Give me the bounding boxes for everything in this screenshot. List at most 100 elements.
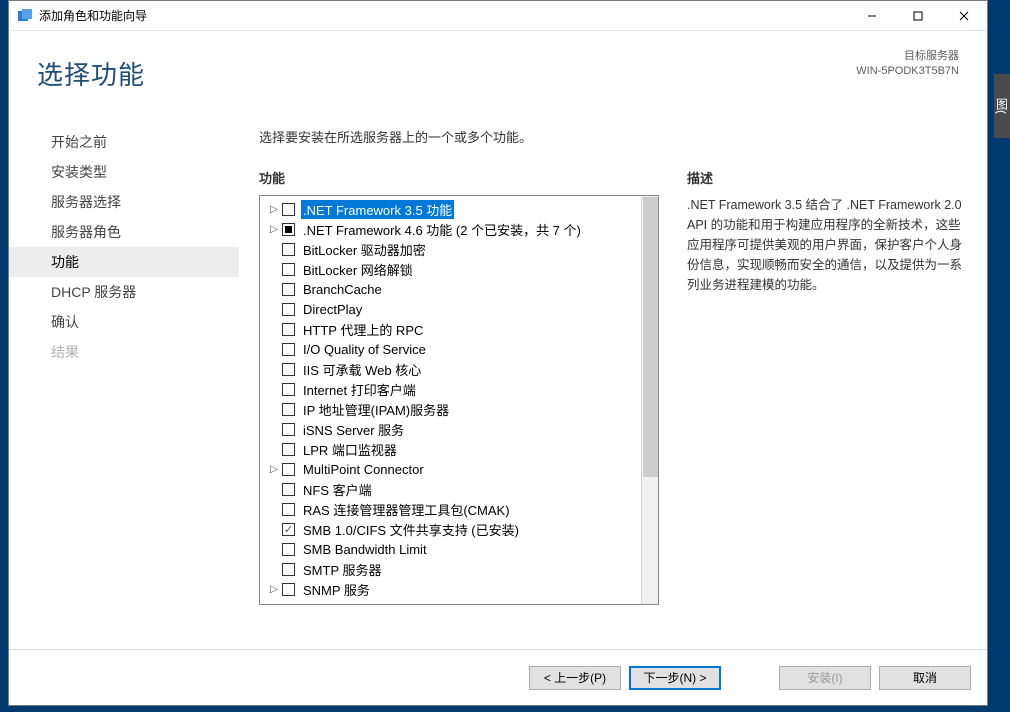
feature-label[interactable]: RAS 连接管理器管理工具包(CMAK) (301, 500, 512, 519)
feature-item[interactable]: ▷BitLocker 网络解锁 (262, 259, 639, 279)
expander-icon[interactable]: ▷ (268, 203, 280, 215)
next-button[interactable]: 下一步(N) > (629, 666, 721, 690)
feature-item[interactable]: ▷SMB Bandwidth Limit (262, 539, 639, 559)
background-panel-tab: 图( (994, 74, 1010, 138)
cancel-button[interactable]: 取消 (879, 666, 971, 690)
close-button[interactable] (941, 1, 987, 31)
feature-item[interactable]: ▷Internet 打印客户端 (262, 379, 639, 399)
feature-item[interactable]: ▷I/O Quality of Service (262, 339, 639, 359)
feature-label[interactable]: I/O Quality of Service (301, 342, 428, 357)
feature-checkbox[interactable] (282, 503, 295, 516)
feature-checkbox[interactable] (282, 263, 295, 276)
feature-item[interactable]: ▷BitLocker 驱动器加密 (262, 239, 639, 259)
feature-label[interactable]: BranchCache (301, 282, 384, 297)
feature-item[interactable]: ▷SMB 1.0/CIFS 文件共享支持 (已安装) (262, 519, 639, 539)
feature-item[interactable]: ▷SMTP 服务器 (262, 559, 639, 579)
instruction-text: 选择要安装在所选服务器上的一个或多个功能。 (259, 127, 967, 146)
scrollbar[interactable] (641, 196, 658, 604)
feature-checkbox[interactable] (282, 463, 295, 476)
titlebar: 添加角色和功能向导 (9, 1, 987, 31)
feature-label[interactable]: SMB Bandwidth Limit (301, 542, 429, 557)
sidebar-step-0[interactable]: 开始之前 (9, 127, 239, 157)
feature-checkbox[interactable] (282, 343, 295, 356)
feature-item[interactable]: ▷ SNMP 服务 (262, 579, 639, 599)
page-title: 选择功能 (37, 55, 145, 92)
feature-checkbox[interactable] (282, 543, 295, 556)
feature-checkbox[interactable] (282, 283, 295, 296)
feature-checkbox[interactable] (282, 583, 295, 596)
feature-label[interactable]: Internet 打印客户端 (301, 380, 418, 399)
feature-label[interactable]: SNMP 服务 (301, 580, 372, 599)
feature-item[interactable]: ▷RAS 连接管理器管理工具包(CMAK) (262, 499, 639, 519)
features-tree-list[interactable]: ▷ .NET Framework 3.5 功能 ▷ .NET Framework 4.… (260, 196, 641, 604)
previous-button[interactable]: < 上一步(P) (529, 666, 621, 690)
feature-checkbox[interactable] (282, 403, 295, 416)
feature-label[interactable]: HTTP 代理上的 RPC (301, 320, 425, 339)
feature-checkbox[interactable] (282, 363, 295, 376)
maximize-button[interactable] (895, 1, 941, 31)
features-label: 功能 (259, 168, 659, 187)
feature-item[interactable]: ▷HTTP 代理上的 RPC (262, 319, 639, 339)
feature-label[interactable]: LPR 端口监视器 (301, 440, 399, 459)
feature-label[interactable]: IIS 可承载 Web 核心 (301, 360, 423, 379)
feature-checkbox[interactable] (282, 223, 295, 236)
feature-label[interactable]: SMB 1.0/CIFS 文件共享支持 (已安装) (301, 520, 521, 539)
minimize-button[interactable] (849, 1, 895, 31)
install-button[interactable]: 安装(I) (779, 666, 871, 690)
feature-item[interactable]: ▷IP 地址管理(IPAM)服务器 (262, 399, 639, 419)
scroll-thumb[interactable] (643, 197, 658, 477)
target-value: WIN-5PODK3T5B7N (856, 64, 959, 79)
description-text: .NET Framework 3.5 结合了 .NET Framework 2.… (687, 195, 967, 295)
feature-checkbox[interactable] (282, 483, 295, 496)
feature-item[interactable]: ▷IIS 可承载 Web 核心 (262, 359, 639, 379)
feature-checkbox[interactable] (282, 303, 295, 316)
feature-label[interactable]: .NET Framework 3.5 功能 (301, 200, 454, 219)
feature-item[interactable]: ▷LPR 端口监视器 (262, 439, 639, 459)
feature-checkbox[interactable] (282, 523, 295, 536)
sidebar-step-3[interactable]: 服务器角色 (9, 217, 239, 247)
feature-checkbox[interactable] (282, 243, 295, 256)
feature-label[interactable]: BitLocker 网络解锁 (301, 260, 415, 279)
feature-label[interactable]: NFS 客户端 (301, 480, 374, 499)
feature-checkbox[interactable] (282, 323, 295, 336)
feature-item[interactable]: ▷ .NET Framework 3.5 功能 (262, 199, 639, 219)
expander-icon[interactable]: ▷ (268, 223, 280, 235)
feature-label[interactable]: DirectPlay (301, 302, 364, 317)
window-controls (849, 1, 987, 30)
feature-checkbox[interactable] (282, 203, 295, 216)
feature-label[interactable]: BitLocker 驱动器加密 (301, 240, 428, 259)
body: 开始之前安装类型服务器选择服务器角色功能DHCP 服务器确认结果 选择要安装在所… (9, 113, 987, 649)
description-label: 描述 (687, 168, 967, 187)
sidebar-step-2[interactable]: 服务器选择 (9, 187, 239, 217)
feature-item[interactable]: ▷ MultiPoint Connector (262, 459, 639, 479)
features-column: 功能 ▷ .NET Framework 3.5 功能 ▷ .NET Framework… (259, 168, 659, 649)
features-tree: ▷ .NET Framework 3.5 功能 ▷ .NET Framework 4.… (259, 195, 659, 605)
feature-label[interactable]: MultiPoint Connector (301, 462, 426, 477)
expander-icon[interactable]: ▷ (268, 583, 280, 595)
feature-label[interactable]: IP 地址管理(IPAM)服务器 (301, 400, 451, 419)
feature-label[interactable]: SMTP 服务器 (301, 560, 384, 579)
feature-item[interactable]: ▷BranchCache (262, 279, 639, 299)
feature-item[interactable]: ▷NFS 客户端 (262, 479, 639, 499)
feature-label[interactable]: iSNS Server 服务 (301, 420, 406, 439)
sidebar-step-1[interactable]: 安装类型 (9, 157, 239, 187)
header: 选择功能 目标服务器 WIN-5PODK3T5B7N (9, 31, 987, 113)
expander-icon[interactable]: ▷ (268, 463, 280, 475)
content-columns: 功能 ▷ .NET Framework 3.5 功能 ▷ .NET Framework… (259, 168, 967, 649)
sidebar-step-6[interactable]: 确认 (9, 307, 239, 337)
feature-checkbox[interactable] (282, 383, 295, 396)
feature-item[interactable]: ▷DirectPlay (262, 299, 639, 319)
wizard-window: 添加角色和功能向导 选择功能 目标服务器 WIN-5PODK3T5B7N 开始之… (8, 0, 988, 706)
feature-label[interactable]: .NET Framework 4.6 功能 (2 个已安装，共 7 个) (301, 220, 583, 239)
feature-checkbox[interactable] (282, 563, 295, 576)
sidebar-step-7: 结果 (9, 337, 239, 367)
sidebar-step-5[interactable]: DHCP 服务器 (9, 277, 239, 307)
feature-checkbox[interactable] (282, 423, 295, 436)
footer: < 上一步(P) 下一步(N) > 安装(I) 取消 (9, 649, 987, 705)
feature-item[interactable]: ▷iSNS Server 服务 (262, 419, 639, 439)
wizard-steps-sidebar: 开始之前安装类型服务器选择服务器角色功能DHCP 服务器确认结果 (9, 113, 239, 649)
sidebar-step-4[interactable]: 功能 (9, 247, 239, 277)
target-server-info: 目标服务器 WIN-5PODK3T5B7N (856, 49, 959, 80)
feature-item[interactable]: ▷ .NET Framework 4.6 功能 (2 个已安装，共 7 个) (262, 219, 639, 239)
feature-checkbox[interactable] (282, 443, 295, 456)
